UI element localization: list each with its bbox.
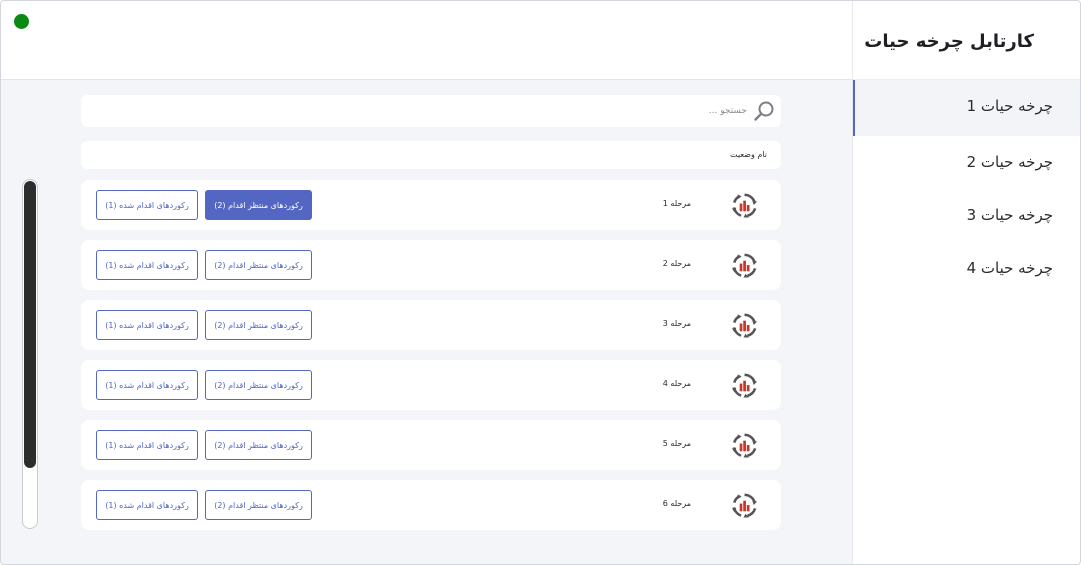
- done-records-button[interactable]: رکوردهای اقدام شده (1): [96, 430, 198, 460]
- done-records-button[interactable]: رکوردهای اقدام شده (1): [96, 370, 198, 400]
- stage-name: مرحله 1: [662, 199, 691, 208]
- pending-records-button[interactable]: رکوردهای منتظر اقدام (2): [205, 190, 312, 220]
- lifecycle-chart-icon: [731, 492, 758, 519]
- sidebar-item-lifecycle-3[interactable]: چرخه حیات 3: [853, 189, 1080, 245]
- done-records-button[interactable]: رکوردهای اقدام شده (1): [96, 490, 198, 520]
- lifecycle-chart-icon: [731, 312, 758, 339]
- done-records-button[interactable]: رکوردهای اقدام شده (1): [96, 190, 198, 220]
- status-dot-icon: [14, 14, 29, 29]
- scrollbar-thumb[interactable]: [24, 181, 36, 468]
- column-status-name: نام وضعیت: [730, 150, 767, 159]
- lifecycle-chart-icon: [731, 432, 758, 459]
- sidebar-item-lifecycle-1[interactable]: چرخه حیات 1: [853, 80, 1080, 136]
- pending-records-button[interactable]: رکوردهای منتظر اقدام (2): [205, 490, 312, 520]
- stage-name: مرحله 2: [662, 259, 691, 268]
- sidebar: کارتابل چرخه حیات چرخه حیات 1 چرخه حیات …: [852, 1, 1080, 564]
- search-input[interactable]: [147, 101, 747, 121]
- search-icon[interactable]: [753, 100, 775, 122]
- sidebar-item-label: چرخه حیات 2: [966, 153, 1053, 171]
- table-header: نام وضعیت: [81, 141, 781, 169]
- sidebar-item-label: چرخه حیات 1: [966, 97, 1053, 115]
- pending-records-button[interactable]: رکوردهای منتظر اقدام (2): [205, 370, 312, 400]
- pending-records-button[interactable]: رکوردهای منتظر اقدام (2): [205, 430, 312, 460]
- scrollbar-track[interactable]: [22, 179, 38, 529]
- lifecycle-chart-icon: [731, 372, 758, 399]
- sidebar-header: کارتابل چرخه حیات: [853, 1, 1080, 80]
- stage-name: مرحله 5: [662, 439, 691, 448]
- app-window: کارتابل چرخه حیات چرخه حیات 1 چرخه حیات …: [0, 0, 1081, 565]
- sidebar-item-lifecycle-4[interactable]: چرخه حیات 4: [853, 242, 1080, 298]
- stage-name: مرحله 3: [662, 319, 691, 328]
- pending-records-button[interactable]: رکوردهای منتظر اقدام (2): [205, 310, 312, 340]
- pending-records-button[interactable]: رکوردهای منتظر اقدام (2): [205, 250, 312, 280]
- stage-name: مرحله 4: [662, 379, 691, 388]
- stage-row: مرحله 5 رکوردهای منتظر اقدام (2) رکوردهای …: [81, 420, 781, 470]
- lifecycle-chart-icon: [731, 192, 758, 219]
- stage-row: مرحله 1 رکوردهای منتظر اقدام (2) رکوردهای …: [81, 180, 781, 230]
- stage-row: مرحله 4 رکوردهای منتظر اقدام (2) رکوردهای …: [81, 360, 781, 410]
- done-records-button[interactable]: رکوردهای اقدام شده (1): [96, 250, 198, 280]
- done-records-button[interactable]: رکوردهای اقدام شده (1): [96, 310, 198, 340]
- sidebar-item-label: چرخه حیات 3: [966, 206, 1053, 224]
- stage-row: مرحله 3 رکوردهای منتظر اقدام (2) رکوردهای …: [81, 300, 781, 350]
- lifecycle-chart-icon: [731, 252, 758, 279]
- sidebar-title: کارتابل چرخه حیات: [864, 31, 1034, 52]
- stage-row: مرحله 2 رکوردهای منتظر اقدام (2) رکوردهای …: [81, 240, 781, 290]
- sidebar-item-label: چرخه حیات 4: [966, 259, 1053, 277]
- stage-row: مرحله 6 رکوردهای منتظر اقدام (2) رکوردهای …: [81, 480, 781, 530]
- search-bar: [81, 95, 781, 127]
- sidebar-item-lifecycle-2[interactable]: چرخه حیات 2: [853, 136, 1080, 192]
- stage-name: مرحله 6: [662, 499, 691, 508]
- top-header: [1, 1, 852, 80]
